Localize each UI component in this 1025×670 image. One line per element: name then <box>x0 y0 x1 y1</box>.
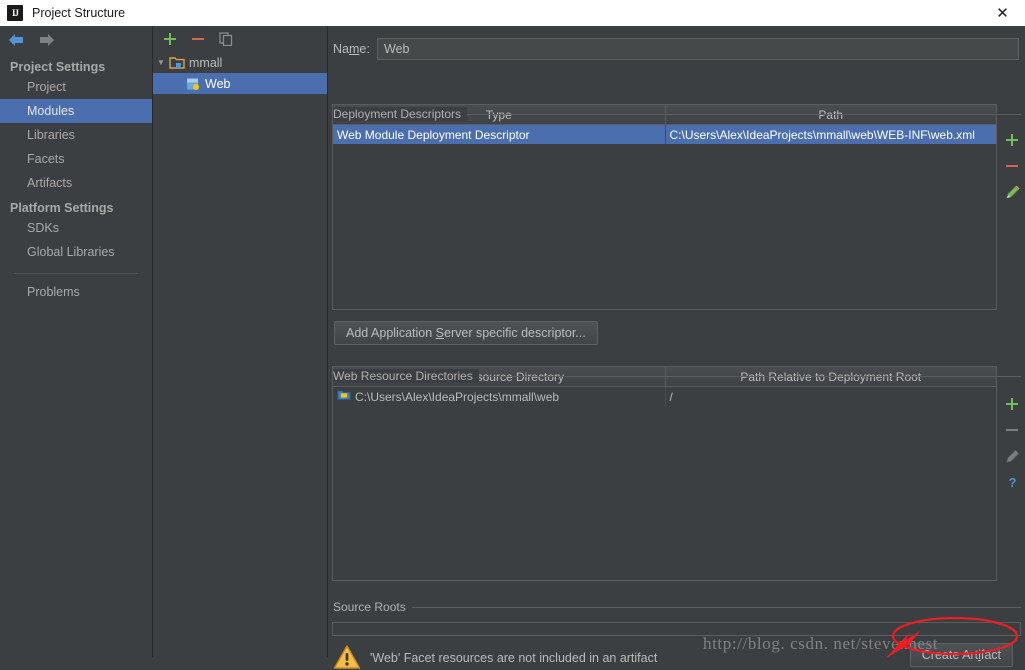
source-roots-list[interactable] <box>332 622 1021 636</box>
folder-web-icon <box>337 388 351 405</box>
module-tree-panel: ▼ mmall Web <box>153 26 328 657</box>
back-arrow-icon[interactable] <box>6 31 26 49</box>
name-input[interactable] <box>377 38 1019 60</box>
source-roots-title: Source Roots <box>333 600 412 614</box>
sidebar-group-project-settings: Project Settings Project Modules Librari… <box>0 54 152 195</box>
close-icon[interactable]: ✕ <box>980 0 1025 25</box>
tree-node-label: Web <box>205 76 231 91</box>
add-module-button[interactable] <box>162 31 178 47</box>
settings-sidebar: Project Settings Project Modules Librari… <box>0 26 153 657</box>
svg-text:?: ? <box>1008 475 1016 490</box>
sidebar-nav-arrows <box>0 26 152 54</box>
warning-triangle-icon <box>333 643 361 670</box>
forward-arrow-icon[interactable] <box>36 31 56 49</box>
name-label-post: e: <box>359 42 370 56</box>
remove-web-resource-button <box>999 417 1025 443</box>
sidebar-item-facets[interactable]: Facets <box>0 147 152 171</box>
add-web-resource-button[interactable] <box>999 391 1025 417</box>
sidebar-item-sdks[interactable]: SDKs <box>0 216 152 240</box>
create-artifact-button[interactable]: Create Artifact <box>909 643 1013 667</box>
edit-descriptor-button[interactable] <box>999 179 1025 205</box>
tree-node-mmall[interactable]: ▼ mmall <box>153 52 327 73</box>
add-descriptor-button[interactable] <box>999 127 1025 153</box>
name-row: Name: <box>333 37 1019 61</box>
sidebar-group-title: Project Settings <box>10 60 106 74</box>
web-resource-directories-table[interactable]: Web Resource Directory Path Relative to … <box>332 366 997 581</box>
warning-message: 'Web' Facet resources are not included i… <box>370 651 658 665</box>
create-artifact-label-post: fact <box>980 648 1001 662</box>
deployment-descriptors-toolbar <box>999 127 1025 205</box>
sidebar-item-artifacts[interactable]: Artifacts <box>0 171 152 195</box>
deployment-descriptors-table[interactable]: Type Path Web Module Deployment Descript… <box>332 104 997 310</box>
name-field-label: Name: <box>333 42 377 56</box>
sidebar-item-modules[interactable]: Modules <box>0 99 152 123</box>
intellij-idea-icon: IJ <box>7 5 23 21</box>
project-structure-dialog: IJ Project Structure ✕ Project Settings … <box>0 0 1025 670</box>
source-roots-rule <box>333 607 1021 608</box>
web-facet-icon <box>185 76 201 92</box>
edit-web-resource-button <box>999 443 1025 469</box>
add-descriptor-label-mnemonic: S <box>435 326 444 340</box>
window-titlebar: IJ Project Structure ✕ <box>0 0 1025 27</box>
table-row[interactable]: C:\Users\Alex\IdeaProjects\mmall\web / <box>333 386 996 406</box>
table-row[interactable]: Web Module Deployment Descriptor C:\User… <box>333 124 996 144</box>
chevron-down-icon[interactable]: ▼ <box>153 58 169 67</box>
name-label-mnemonic: m <box>348 42 360 56</box>
cell-descriptor-type: Web Module Deployment Descriptor <box>333 124 666 144</box>
sidebar-item-global-libraries[interactable]: Global Libraries <box>0 240 152 264</box>
create-artifact-label-pre: Create Art <box>921 648 979 662</box>
remove-module-button[interactable] <box>190 31 206 47</box>
copy-module-button[interactable] <box>218 31 234 47</box>
web-resource-directories-title: Web Resource Directories <box>333 369 479 383</box>
dialog-body: Project Settings Project Modules Librari… <box>0 26 1025 670</box>
add-application-server-descriptor-button[interactable]: Add Application Server specific descript… <box>334 321 598 345</box>
cell-web-resource-directory: C:\Users\Alex\IdeaProjects\mmall\web <box>333 386 666 406</box>
cell-descriptor-path: C:\Users\Alex\IdeaProjects\mmall\web\WEB… <box>665 124 996 144</box>
module-tree-toolbar <box>153 26 327 52</box>
window-title: Project Structure <box>32 6 126 20</box>
sidebar-item-project[interactable]: Project <box>0 75 152 99</box>
artifact-warning-bar: 'Web' Facet resources are not included i… <box>333 638 1021 670</box>
cell-relative-path: / <box>669 389 673 404</box>
remove-descriptor-button[interactable] <box>999 153 1025 179</box>
sidebar-group-title: Platform Settings <box>10 201 114 215</box>
deployment-descriptors-title: Deployment Descriptors <box>333 107 468 121</box>
module-folder-icon <box>169 55 185 71</box>
name-label-pre: Na <box>333 42 349 56</box>
help-button[interactable]: ? <box>999 469 1025 495</box>
sidebar-group-platform-settings: Platform Settings SDKs Global Libraries <box>0 195 152 264</box>
tree-node-label: mmall <box>189 55 223 70</box>
cell-web-resource-directory-text: C:\Users\Alex\IdeaProjects\mmall\web <box>355 389 560 404</box>
add-descriptor-label-post: erver specific descriptor... <box>444 326 586 340</box>
tree-node-web[interactable]: Web <box>153 73 327 94</box>
sidebar-item-problems[interactable]: Problems <box>0 280 152 304</box>
sidebar-divider <box>14 273 138 274</box>
add-descriptor-label-pre: Add Application <box>346 326 436 340</box>
facet-settings-panel: Name: Deployment Descriptors Type Path <box>328 26 1025 669</box>
web-resource-directories-toolbar: ? <box>999 391 1025 495</box>
sidebar-item-libraries[interactable]: Libraries <box>0 123 152 147</box>
